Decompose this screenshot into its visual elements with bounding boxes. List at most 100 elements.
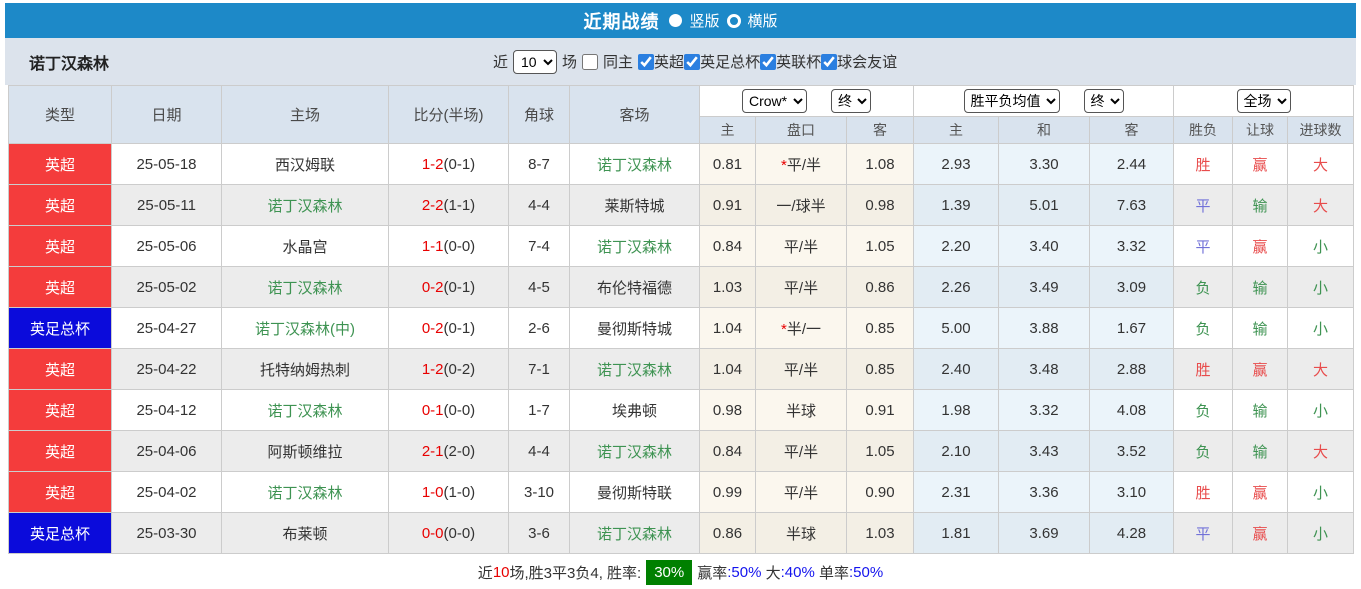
league-checkbox[interactable] (760, 54, 776, 70)
col-header-date: 日期 (112, 86, 222, 144)
table-row: 英足总杯 25-04-27 诺丁汉森林(中) 0-2(0-1) 2-6 曼彻斯特… (9, 308, 1354, 349)
home-odds-cell: 0.86 (700, 513, 756, 554)
handicap-result-cell: 赢 (1233, 226, 1288, 267)
away-team-cell: 莱斯特城 (570, 185, 700, 226)
vertical-layout-option[interactable]: 竖版 (689, 10, 719, 31)
league-checkbox[interactable] (821, 54, 837, 70)
summary-segment: 场,胜3平3负4, 胜率: (510, 562, 642, 583)
league-badge: 英足总杯 (9, 513, 112, 554)
vertical-radio-selected-icon[interactable] (669, 14, 682, 27)
table-row: 英超 25-04-12 诺丁汉森林 0-1(0-0) 1-7 埃弗顿 0.98 … (9, 390, 1354, 431)
avg-draw-cell: 3.40 (999, 226, 1090, 267)
scope-select[interactable]: 全场 (1237, 89, 1291, 113)
avg-away-cell: 3.10 (1090, 472, 1174, 513)
summary-segment: 赢率 (697, 562, 727, 583)
avg-draw-cell: 3.69 (999, 513, 1090, 554)
odds-source-select[interactable]: Crow* (742, 89, 807, 113)
date-cell: 25-04-22 (112, 349, 222, 390)
score-cell: 2-2(1-1) (389, 185, 509, 226)
half-time-score: (0-0) (444, 402, 476, 419)
summary-segment: :50% (727, 564, 761, 581)
home-odds-cell: 0.81 (700, 144, 756, 185)
full-time-score: 0-0 (422, 525, 444, 542)
handicap-text: 一/球半 (776, 198, 825, 215)
goals-cell: 小 (1288, 390, 1354, 431)
sub-header-result: 胜负 (1174, 117, 1233, 144)
handicap-cell: 平/半 (756, 226, 847, 267)
home-team-cell: 水晶宫 (222, 226, 389, 267)
avg-away-cell: 1.67 (1090, 308, 1174, 349)
handicap-cell: 半球 (756, 513, 847, 554)
sub-header-goals: 进球数 (1288, 117, 1354, 144)
handicap-text: 半/一 (787, 321, 821, 338)
corners-cell: 3-6 (509, 513, 570, 554)
away-team-cell: 布伦特福德 (570, 267, 700, 308)
half-time-score: (1-1) (444, 197, 476, 214)
date-cell: 25-03-30 (112, 513, 222, 554)
handicap-cell: 一/球半 (756, 185, 847, 226)
handicap-cell: *半/一 (756, 308, 847, 349)
same-home-checkbox[interactable] (582, 54, 598, 70)
sub-header-avg-draw: 和 (999, 117, 1090, 144)
date-cell: 25-05-18 (112, 144, 222, 185)
result-cell: 胜 (1174, 144, 1233, 185)
odds-time-select[interactable]: 终 (831, 89, 871, 113)
result-cell: 平 (1174, 185, 1233, 226)
away-team-cell: 埃弗顿 (570, 390, 700, 431)
league-checkbox[interactable] (638, 54, 654, 70)
table-row: 英超 25-04-06 阿斯顿维拉 2-1(2-0) 4-4 诺丁汉森林 0.8… (9, 431, 1354, 472)
date-cell: 25-05-02 (112, 267, 222, 308)
away-team-cell: 曼彻斯特城 (570, 308, 700, 349)
avg-draw-cell: 3.30 (999, 144, 1090, 185)
avg-home-cell: 2.10 (914, 431, 999, 472)
league-badge: 英超 (9, 390, 112, 431)
avg-away-cell: 3.09 (1090, 267, 1174, 308)
handicap-result-cell: 赢 (1233, 144, 1288, 185)
page: 近期战绩 竖版 横版 诺丁汉森林 近 10 场 同主 英超英足总杯英联杯球会友谊 (0, 0, 1361, 589)
half-time-score: (0-0) (444, 238, 476, 255)
recent-count-select[interactable]: 10 (513, 50, 557, 74)
avg-home-cell: 1.81 (914, 513, 999, 554)
league-filter: 英超 (638, 51, 684, 72)
corners-cell: 4-4 (509, 431, 570, 472)
handicap-text: 平/半 (784, 485, 818, 502)
avg-draw-cell: 3.32 (999, 390, 1090, 431)
league-checkbox[interactable] (684, 54, 700, 70)
corners-cell: 1-7 (509, 390, 570, 431)
league-checkbox-label: 英足总杯 (700, 51, 760, 72)
summary-segment: 10 (493, 564, 510, 581)
score-cell: 1-2(0-2) (389, 349, 509, 390)
goals-cell: 小 (1288, 513, 1354, 554)
avg-draw-cell: 3.43 (999, 431, 1090, 472)
result-cell: 胜 (1174, 349, 1233, 390)
league-badge: 英超 (9, 349, 112, 390)
home-team-cell: 托特纳姆热刺 (222, 349, 389, 390)
goals-cell: 小 (1288, 472, 1354, 513)
full-time-score: 1-0 (422, 484, 444, 501)
date-cell: 25-05-11 (112, 185, 222, 226)
handicap-cell: *平/半 (756, 144, 847, 185)
avg-away-cell: 7.63 (1090, 185, 1174, 226)
col-header-home: 主场 (222, 86, 389, 144)
league-filter: 球会友谊 (821, 51, 897, 72)
away-team-cell: 诺丁汉森林 (570, 144, 700, 185)
avg-home-cell: 1.98 (914, 390, 999, 431)
avg-home-cell: 2.40 (914, 349, 999, 390)
layout-radio-group: 竖版 横版 (669, 10, 777, 31)
horizontal-radio-icon[interactable] (727, 14, 741, 28)
league-filter: 英足总杯 (684, 51, 760, 72)
horizontal-layout-option[interactable]: 横版 (748, 10, 778, 31)
result-cell: 平 (1174, 513, 1233, 554)
half-time-score: (0-2) (444, 361, 476, 378)
summary-segment: 30% (646, 560, 692, 585)
handicap-result-cell: 赢 (1233, 472, 1288, 513)
league-badge: 英超 (9, 431, 112, 472)
away-team-cell: 曼彻斯特联 (570, 472, 700, 513)
date-cell: 25-04-12 (112, 390, 222, 431)
avg-type-select[interactable]: 胜平负均值 (964, 89, 1060, 113)
home-team-cell: 西汉姆联 (222, 144, 389, 185)
league-badge: 英超 (9, 226, 112, 267)
sub-header-avg-away: 客 (1090, 117, 1174, 144)
avg-home-cell: 2.20 (914, 226, 999, 267)
avg-time-select[interactable]: 终 (1084, 89, 1124, 113)
